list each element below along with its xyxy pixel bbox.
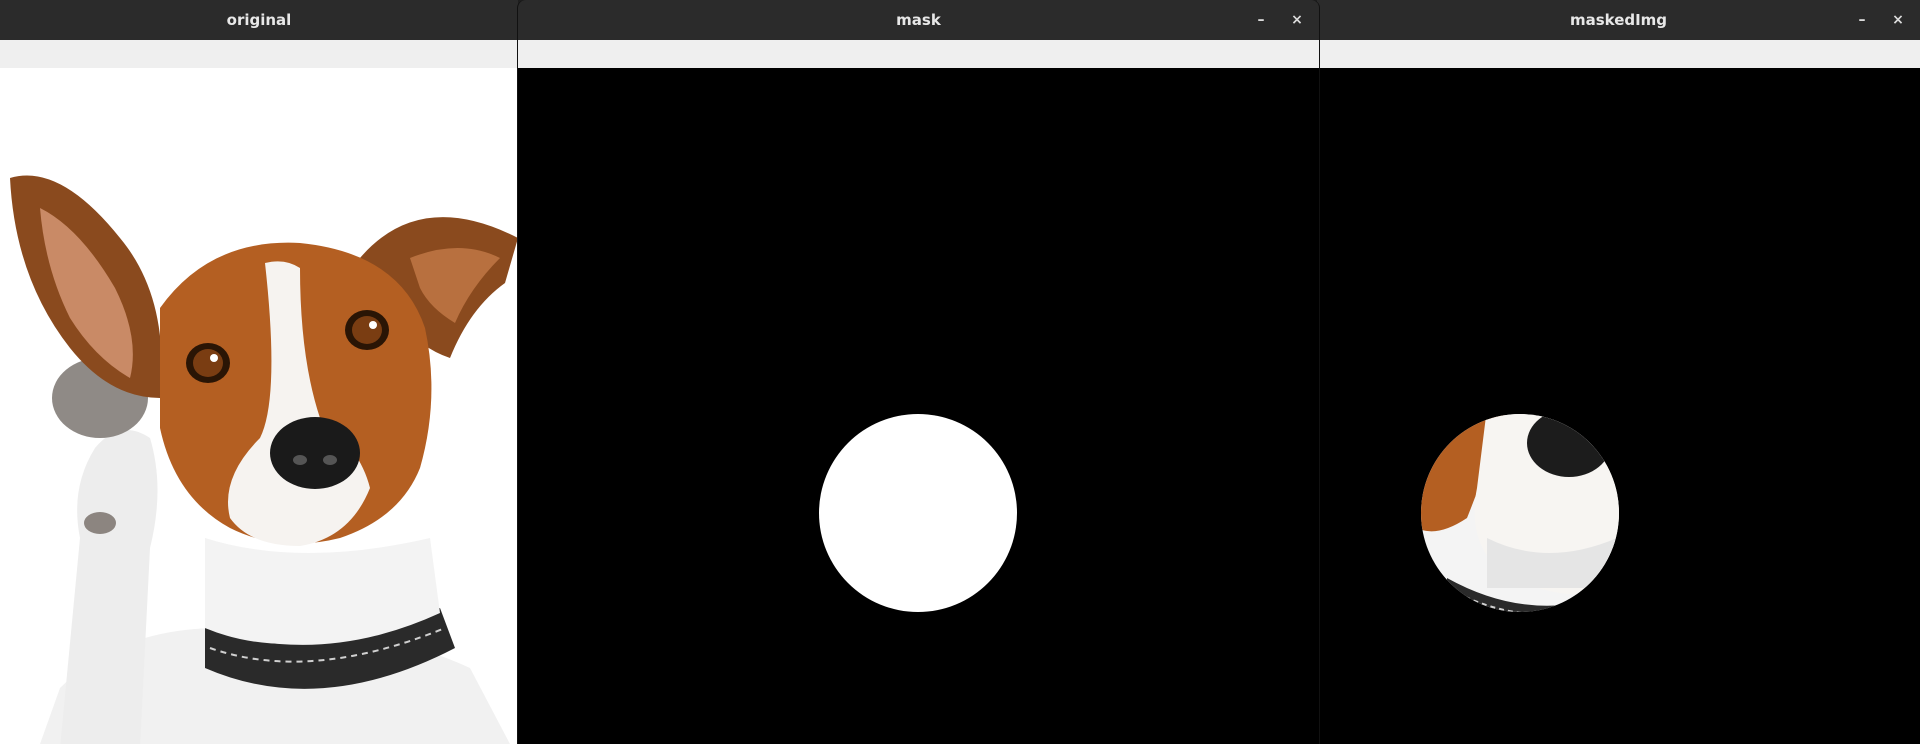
masked-dog-region: [1421, 414, 1619, 612]
mask-circle: [819, 414, 1017, 612]
image-view-original[interactable]: [0, 68, 518, 744]
titlebar-original[interactable]: original: [0, 0, 518, 40]
window-title-mask: mask: [896, 11, 941, 29]
close-icon[interactable]: ×: [1890, 12, 1906, 28]
window-maskedimg[interactable]: maskedImg – ×: [1317, 0, 1920, 744]
image-view-mask[interactable]: [518, 68, 1319, 744]
window-mask[interactable]: mask – ×: [517, 0, 1320, 744]
titlebar-mask[interactable]: mask – ×: [518, 0, 1319, 40]
toolbar-original: [0, 40, 518, 69]
image-view-maskedimg[interactable]: [1317, 68, 1920, 744]
minimize-icon[interactable]: –: [1854, 12, 1870, 28]
close-icon[interactable]: ×: [1289, 12, 1305, 28]
titlebar-maskedimg[interactable]: maskedImg – ×: [1317, 0, 1920, 40]
toolbar-maskedimg: [1317, 40, 1920, 69]
dog-image: [10, 175, 518, 744]
window-title-original: original: [226, 11, 292, 29]
window-title-maskedimg: maskedImg: [1569, 11, 1668, 29]
mask-image: [819, 414, 1017, 612]
minimize-icon[interactable]: –: [1253, 12, 1269, 28]
toolbar-mask: [518, 40, 1319, 69]
masked-image: [1421, 414, 1619, 612]
window-original[interactable]: original: [0, 0, 518, 744]
